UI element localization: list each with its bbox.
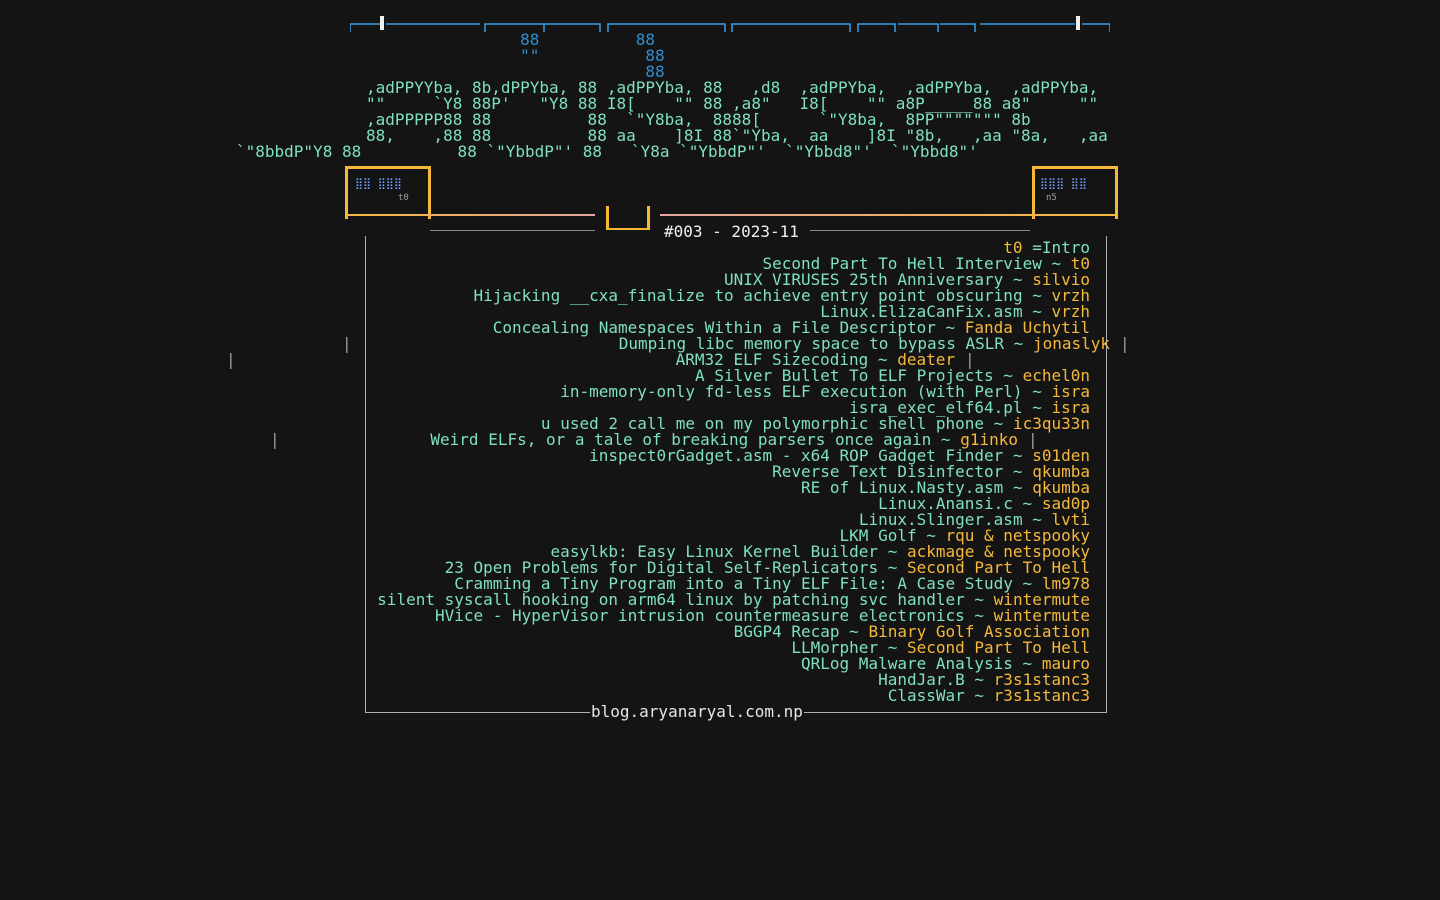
cup-left	[606, 206, 609, 230]
right-tower	[1032, 166, 1118, 219]
blog-link[interactable]: blog.aryanaryal.com.np	[590, 704, 804, 720]
right-tower-tag: n5	[1046, 193, 1057, 203]
left-tower	[345, 166, 431, 219]
left-bar	[345, 214, 595, 216]
top-notch-right	[1076, 16, 1080, 30]
banner-line-8: `"8bbdP"Y8 88 88 `"YbbdP"' 88 `Y8a `"Ybb…	[236, 142, 978, 161]
left-tower-tag: t0	[398, 193, 409, 203]
right-subbar	[810, 230, 1030, 231]
toc-item[interactable]: ClassWar ~ r3s1stanc3	[888, 688, 1090, 704]
pipe-2: |	[1120, 334, 1130, 353]
pipe-1: |	[342, 334, 352, 353]
left-subbar	[430, 230, 595, 231]
cup-right	[647, 206, 650, 230]
center-cup	[606, 228, 650, 230]
right-bar	[660, 214, 1115, 216]
pipe-5: |	[270, 430, 280, 449]
left-tower-glyphs: ⣿⣿ ⣿⣿⣿	[355, 177, 402, 190]
pipe-3: |	[226, 350, 236, 369]
top-notch-left	[380, 16, 384, 30]
